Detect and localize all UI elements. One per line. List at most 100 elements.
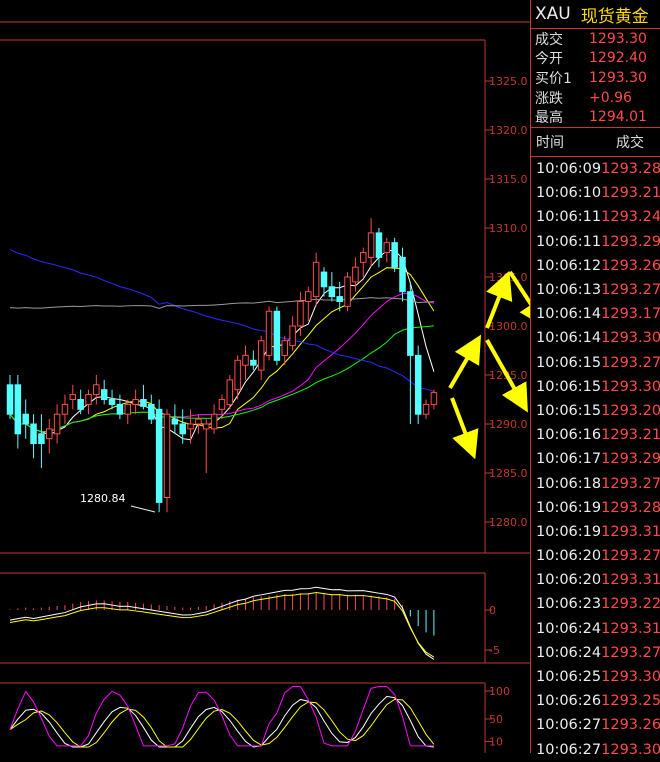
candle-body xyxy=(273,310,281,361)
tick-row[interactable]: 10:06:19 1293.31 xyxy=(531,520,660,544)
quote-value: 1294.01 xyxy=(589,109,647,126)
tick-header-time: 时间 xyxy=(536,134,564,151)
candle-body xyxy=(297,301,304,327)
candle-body xyxy=(116,403,124,415)
kline-chart-area[interactable]: 1325.0 1320.0 1315.0 1310.0 1305.0 1300.0 1295… xyxy=(0,0,636,753)
candle-body xyxy=(289,325,296,347)
y-tick-label: 1305.0 xyxy=(489,271,528,284)
tick-price: 1293.21 xyxy=(601,427,660,444)
tick-price: 1293.27 xyxy=(601,548,660,565)
candle-body xyxy=(38,433,45,445)
candle-body xyxy=(132,399,139,405)
tick-time: 10:06:25 xyxy=(536,669,602,685)
low-annotation-leader xyxy=(130,505,156,513)
candle-body xyxy=(367,232,375,258)
tick-price: 1293.28 xyxy=(601,499,660,516)
candle-body xyxy=(414,354,422,415)
tick-row[interactable]: 10:06:11 1293.24 xyxy=(531,205,660,229)
tick-time: 10:06:15 xyxy=(536,354,602,371)
tick-row[interactable]: 10:06:27 1293.26 xyxy=(531,713,660,737)
quote-row: 最高 1294.01 xyxy=(531,107,660,127)
ma60-line xyxy=(9,249,435,392)
tick-row[interactable]: 10:06:19 1293.28 xyxy=(531,496,660,520)
tick-time: 10:06:27 xyxy=(536,741,602,758)
tick-row[interactable]: 10:06:15 1293.20 xyxy=(531,399,660,423)
quote-header: XAU 现货黄金 xyxy=(531,0,660,29)
tick-time: 10:06:19 xyxy=(536,523,602,540)
tick-row[interactable]: 10:06:25 1293.30 xyxy=(531,665,660,689)
tick-row[interactable]: 10:06:16 1293.21 xyxy=(531,423,660,447)
tick-row[interactable]: 10:06:12 1293.26 xyxy=(531,254,660,278)
tick-row[interactable]: 10:06:18 1293.27 xyxy=(531,471,660,495)
candle-body xyxy=(108,399,116,405)
tick-row[interactable]: 10:06:23 1293.22 xyxy=(531,592,660,616)
candle-body xyxy=(69,394,77,401)
tick-row[interactable]: 10:06:15 1293.30 xyxy=(531,375,660,399)
ma120-line xyxy=(9,297,434,309)
tick-time: 10:06:13 xyxy=(536,282,602,298)
candle-body xyxy=(383,242,391,253)
quote-row: 买价1 1293.30 xyxy=(531,68,660,88)
tick-row[interactable]: 10:06:14 1293.30 xyxy=(531,326,660,350)
tick-time: 10:06:11 xyxy=(536,209,602,226)
candle-body xyxy=(305,291,312,303)
tick-table[interactable]: 10:06:09 1293.28 10:06:10 1293.21 10:06:11 12… xyxy=(531,157,660,762)
candle-body xyxy=(352,266,359,283)
macd-dea-line xyxy=(9,592,435,658)
yellow-arrow xyxy=(448,334,482,390)
tick-price: 1293.27 xyxy=(601,354,660,371)
tick-price: 1293.27 xyxy=(601,475,660,492)
tick-price: 1293.27 xyxy=(601,282,660,298)
quote-label: 今开 xyxy=(535,51,563,68)
tick-row[interactable]: 10:06:09 1293.28 xyxy=(531,157,660,181)
candle-body xyxy=(171,418,179,425)
tick-row[interactable]: 10:06:20 1293.27 xyxy=(531,544,660,568)
tick-price: 1293.26 xyxy=(601,257,660,274)
tick-time: 10:06:14 xyxy=(536,330,602,347)
quote-value: +0.96 xyxy=(589,89,632,106)
tick-row[interactable]: 10:06:20 1293.31 xyxy=(531,568,660,592)
tick-time: 10:06:18 xyxy=(536,475,602,492)
tick-time: 10:06:11 xyxy=(536,233,602,250)
tick-time: 10:06:26 xyxy=(536,693,602,710)
tick-row[interactable]: 10:06:11 1293.29 xyxy=(531,230,660,254)
y-tick-label: 1315.0 xyxy=(489,173,528,186)
kdj-k-line xyxy=(9,695,434,748)
tick-price: 1293.30 xyxy=(601,378,660,395)
tick-time: 10:06:12 xyxy=(536,257,602,274)
y-tick-label: 1325.0 xyxy=(489,75,528,88)
tick-time: 10:06:16 xyxy=(536,427,602,444)
y-tick-label: 1280.0 xyxy=(489,516,528,529)
candle-body xyxy=(328,286,336,298)
candle-body xyxy=(281,340,288,356)
tick-row[interactable]: 10:06:14 1293.17 xyxy=(531,302,660,326)
tick-time: 10:06:15 xyxy=(536,402,602,419)
kdj-tick-label: 10 xyxy=(489,735,503,748)
candle-body xyxy=(407,291,414,356)
candle-body xyxy=(210,413,218,430)
tick-time: 10:06:10 xyxy=(536,185,602,202)
tick-row[interactable]: 10:06:10 1293.21 xyxy=(531,181,660,205)
candle-body xyxy=(53,413,61,435)
candle-body xyxy=(336,296,343,303)
quote-rows: 成交 1293.30 今开 1292.40 买价1 1293.30 涨跌 +0.96 最高 129… xyxy=(531,29,660,127)
kdj-j-line xyxy=(9,686,434,747)
tick-price: 1293.30 xyxy=(601,741,660,758)
tick-row[interactable]: 10:06:15 1293.27 xyxy=(531,350,660,374)
tick-time: 10:06:23 xyxy=(536,596,602,613)
quote-label: 买价1 xyxy=(535,70,572,87)
tick-row[interactable]: 10:06:13 1293.27 xyxy=(531,278,660,302)
macd-dif-line xyxy=(9,586,435,660)
candle-body xyxy=(30,423,37,445)
tick-time: 10:06:20 xyxy=(536,548,602,565)
chart-svg: 1325.01320.01315.01310.01305.01300.01295… xyxy=(0,21,636,753)
tick-row[interactable]: 10:06:24 1293.27 xyxy=(531,641,660,665)
tick-row[interactable]: 10:06:27 1293.30 xyxy=(531,737,660,761)
low-annotation: 1280.84 xyxy=(80,492,126,505)
yellow-arrow xyxy=(450,397,479,460)
tick-row[interactable]: 10:06:26 1293.25 xyxy=(531,689,660,713)
tick-row[interactable]: 10:06:17 1293.29 xyxy=(531,447,660,471)
candle-body xyxy=(61,403,69,415)
tick-row[interactable]: 10:06:24 1293.31 xyxy=(531,617,660,641)
candle-body xyxy=(218,399,226,410)
